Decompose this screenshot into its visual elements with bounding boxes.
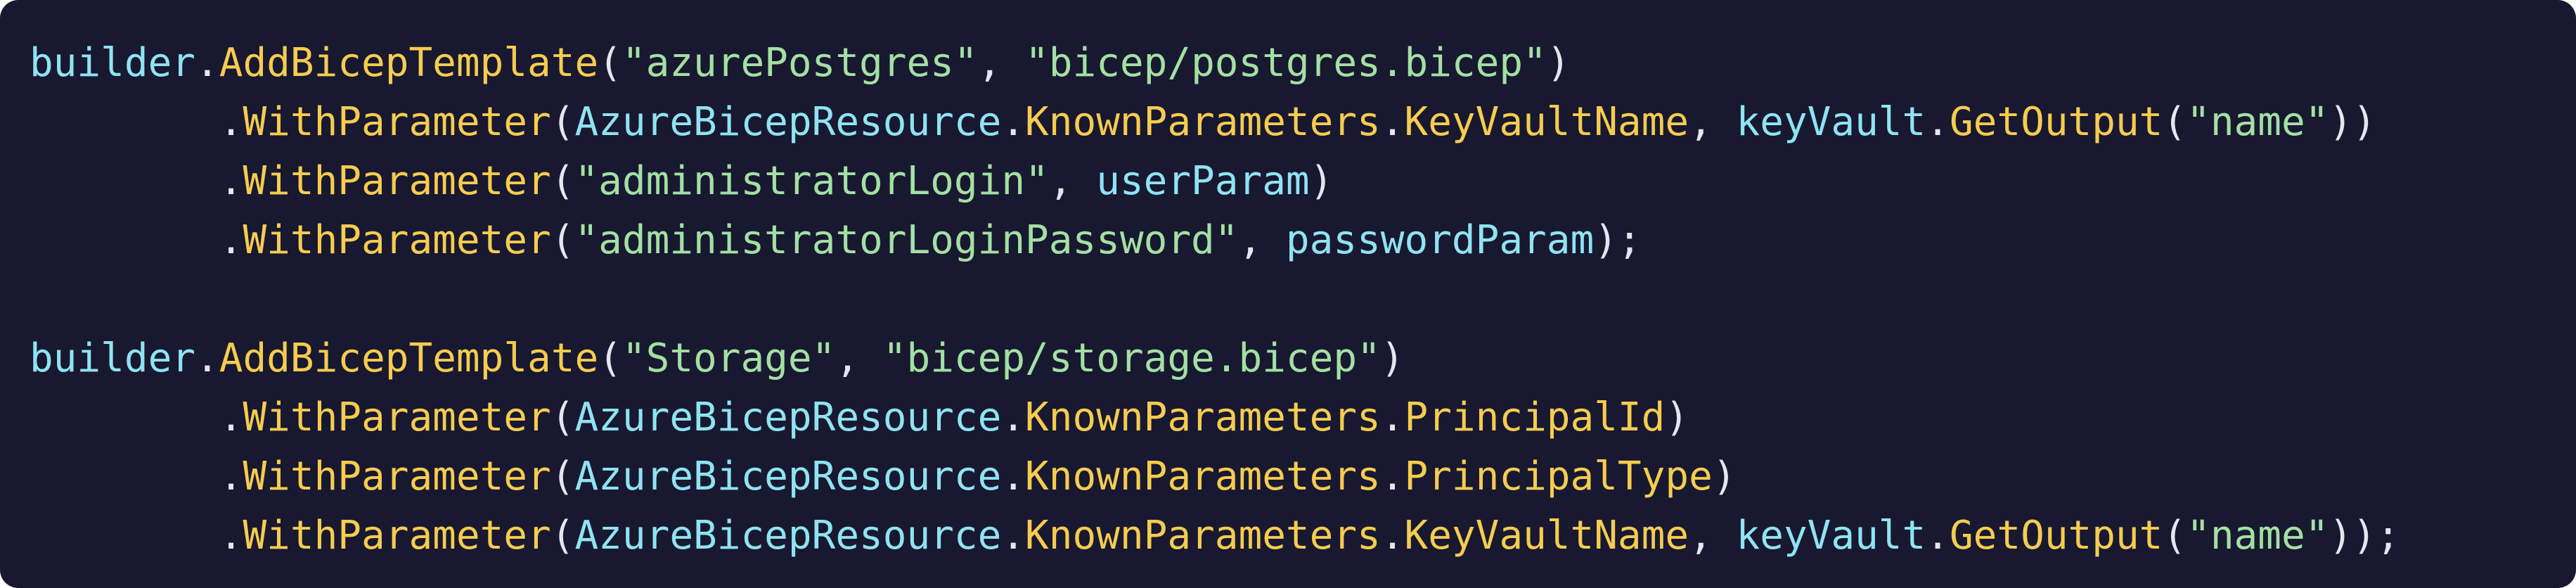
- code-token: ,: [977, 40, 1026, 86]
- code-token: GetOutput: [1949, 99, 2163, 145]
- code-token: (: [550, 99, 575, 145]
- code-token: (: [598, 40, 622, 86]
- code-line: .WithParameter(AzureBicepResource.KnownP…: [30, 388, 2576, 447]
- code-token: AddBicepTemplate: [219, 335, 599, 381]
- code-token: "administratorLoginPassword": [574, 217, 1239, 263]
- code-token: passwordParam: [1285, 217, 1595, 263]
- code-token: .: [1001, 454, 1026, 499]
- code-line: .WithParameter(AzureBicepResource.KnownP…: [30, 506, 2576, 565]
- code-token: KnownParameters: [1025, 395, 1381, 440]
- code-token: ): [1309, 158, 1334, 204]
- code-token: WithParameter: [243, 395, 551, 440]
- code-token: WithParameter: [243, 217, 551, 263]
- code-token: (: [2163, 99, 2187, 145]
- code-token: (: [550, 395, 575, 440]
- code-token: builder: [30, 40, 196, 86]
- code-token: ): [1712, 454, 1737, 499]
- code-token: ));: [2329, 513, 2400, 558]
- code-token: ): [1665, 395, 1689, 440]
- code-token: builder: [30, 335, 196, 381]
- code-token: PrincipalId: [1404, 395, 1666, 440]
- code-line: .WithParameter("administratorLogin", use…: [30, 152, 2576, 211]
- code-token: );: [1594, 217, 1642, 263]
- code-token: "administratorLogin": [574, 158, 1049, 204]
- code-token: (: [2163, 513, 2187, 558]
- code-token: PrincipalType: [1404, 454, 1713, 499]
- code-token: AzureBicepResource: [574, 99, 1002, 145]
- code-line: builder.AddBicepTemplate("azurePostgres"…: [30, 34, 2576, 93]
- code-token: GetOutput: [1949, 513, 2163, 558]
- code-token: ): [1546, 40, 1571, 86]
- code-token: .: [1926, 99, 1950, 145]
- code-token: .: [1001, 99, 1026, 145]
- code-token: ,: [1048, 158, 1097, 204]
- code-line: .WithParameter(AzureBicepResource.KnownP…: [30, 447, 2576, 506]
- code-token: .: [1380, 99, 1405, 145]
- code-token: .: [30, 513, 243, 558]
- code-token: KeyVaultName: [1404, 99, 1689, 145]
- code-line: .WithParameter(AzureBicepResource.KnownP…: [30, 93, 2576, 152]
- code-token: ,: [835, 335, 883, 381]
- code-lines: builder.AddBicepTemplate("azurePostgres"…: [30, 34, 2576, 565]
- code-token: "Storage": [622, 335, 836, 381]
- code-token: KnownParameters: [1025, 99, 1381, 145]
- code-token: .: [1380, 513, 1405, 558]
- code-token: .: [195, 335, 219, 381]
- code-token: .: [30, 158, 243, 204]
- code-token: userParam: [1096, 158, 1310, 204]
- code-token: .: [30, 454, 243, 499]
- code-token: WithParameter: [243, 454, 551, 499]
- code-token: .: [1001, 513, 1026, 558]
- code-token: ): [1380, 335, 1405, 381]
- code-token: .: [1380, 395, 1405, 440]
- code-token: KeyVaultName: [1404, 513, 1689, 558]
- code-token: .: [30, 217, 243, 263]
- code-token: KnownParameters: [1025, 513, 1381, 558]
- code-token: KnownParameters: [1025, 454, 1381, 499]
- code-token: ,: [1689, 513, 1737, 558]
- code-token: .: [195, 40, 219, 86]
- code-token: "azurePostgres": [622, 40, 978, 86]
- code-token: ,: [1689, 99, 1737, 145]
- code-token: .: [30, 395, 243, 440]
- code-token: AzureBicepResource: [574, 395, 1002, 440]
- code-line: builder.AddBicepTemplate("Storage", "bic…: [30, 329, 2576, 388]
- code-token: keyVault: [1736, 513, 1926, 558]
- code-token: (: [550, 513, 575, 558]
- code-token: "name": [2187, 99, 2329, 145]
- code-token: .: [1926, 513, 1950, 558]
- code-token: AzureBicepResource: [574, 454, 1002, 499]
- code-token: "bicep/storage.bicep": [882, 335, 1381, 381]
- code-token: AddBicepTemplate: [219, 40, 599, 86]
- code-block: builder.AddBicepTemplate("azurePostgres"…: [0, 0, 2576, 588]
- code-token: WithParameter: [243, 513, 551, 558]
- code-token: "bicep/postgres.bicep": [1025, 40, 1547, 86]
- code-token: (: [598, 335, 622, 381]
- code-token: .: [30, 99, 243, 145]
- code-line: .WithParameter("administratorLoginPasswo…: [30, 211, 2576, 270]
- code-token: ,: [1238, 217, 1286, 263]
- code-token: .: [1001, 395, 1026, 440]
- code-token: AzureBicepResource: [574, 513, 1002, 558]
- code-token: (: [550, 217, 575, 263]
- code-token: WithParameter: [243, 158, 551, 204]
- code-token: (: [550, 158, 575, 204]
- code-token: (: [550, 454, 575, 499]
- code-token: keyVault: [1736, 99, 1926, 145]
- code-token: WithParameter: [243, 99, 551, 145]
- code-token: "name": [2187, 513, 2329, 558]
- code-token: )): [2329, 99, 2376, 145]
- code-token: .: [1380, 454, 1405, 499]
